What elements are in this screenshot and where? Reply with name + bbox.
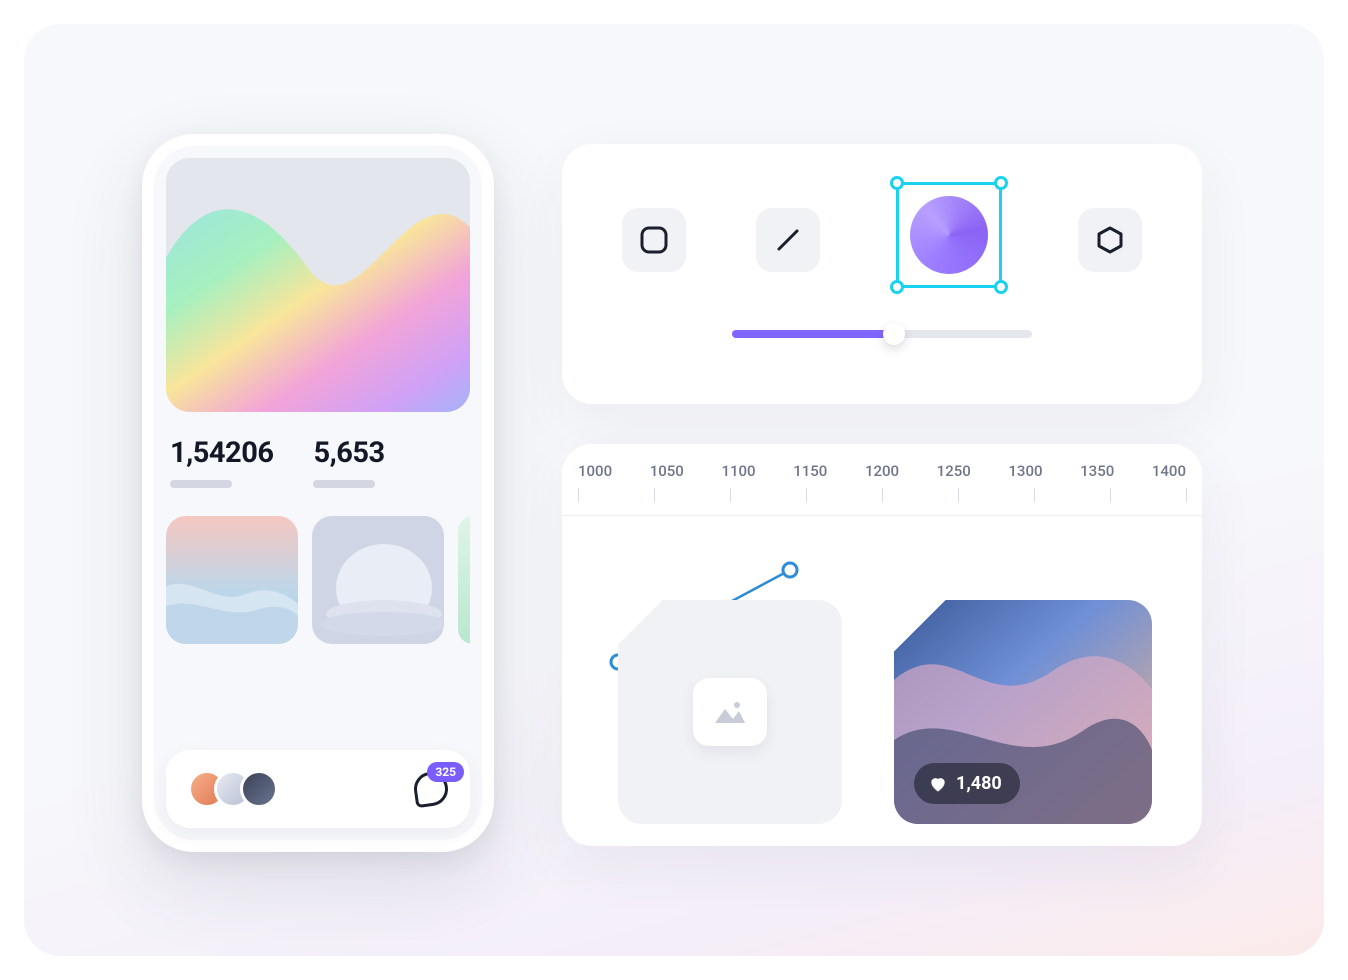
slider-fill — [732, 330, 894, 338]
like-pill[interactable]: 1,480 — [914, 763, 1020, 804]
avatar-stack[interactable] — [188, 770, 278, 808]
ruler-tick-label: 1300 — [1008, 462, 1042, 480]
ruler-tick-label: 1000 — [578, 462, 612, 480]
tool-square[interactable] — [622, 208, 686, 272]
chat-badge: 325 — [427, 762, 464, 782]
selection-box — [896, 182, 1002, 288]
selection-handle[interactable] — [994, 280, 1008, 294]
thumbnail-2[interactable] — [312, 516, 444, 644]
like-count: 1,480 — [956, 773, 1002, 794]
thumbnail-row[interactable] — [166, 516, 470, 644]
bottom-bar: 325 — [166, 750, 470, 828]
square-icon — [639, 225, 669, 255]
stat-2-bar — [313, 480, 375, 488]
ruler-tick-label: 1400 — [1152, 462, 1186, 480]
image-placeholder-icon — [693, 678, 767, 746]
heart-icon — [928, 774, 948, 794]
stat-2-value: 5,653 — [313, 436, 384, 470]
tool-hexagon[interactable] — [1078, 208, 1142, 272]
stat-2: 5,653 — [313, 436, 384, 488]
thumbnail-1[interactable] — [166, 516, 298, 644]
upload-tile[interactable] — [618, 600, 842, 824]
ruler-tick-label: 1100 — [721, 462, 755, 480]
hero-image — [166, 158, 470, 412]
stat-1: 1,54206 — [170, 436, 273, 488]
stats-row: 1,54206 5,653 — [166, 436, 470, 488]
stat-1-value: 1,54206 — [170, 436, 273, 470]
ruler[interactable]: 1000 1050 1100 1150 1200 1250 1300 1350 … — [562, 444, 1202, 516]
selection-handle[interactable] — [994, 176, 1008, 190]
timeline-card: 1000 1050 1100 1150 1200 1250 1300 1350 … — [562, 444, 1202, 846]
ruler-tick-label: 1050 — [650, 462, 684, 480]
chat-button[interactable]: 325 — [414, 772, 448, 806]
selection-handle[interactable] — [890, 280, 904, 294]
size-slider[interactable] — [732, 330, 1032, 338]
stat-1-bar — [170, 480, 232, 488]
tool-circle-selected[interactable] — [890, 176, 1008, 294]
phone-mock: 1,54206 5,653 — [142, 134, 494, 852]
ruler-tick-label: 1350 — [1080, 462, 1114, 480]
ruler-tick-label: 1250 — [937, 462, 971, 480]
line-icon — [773, 225, 803, 255]
thumbnail-3[interactable] — [458, 516, 470, 644]
hexagon-icon — [1095, 225, 1125, 255]
showcase-canvas: 1,54206 5,653 — [24, 24, 1324, 956]
shape-tool-card — [562, 144, 1202, 404]
ruler-ticks — [578, 488, 1186, 508]
slider-knob[interactable] — [883, 323, 905, 345]
tool-line[interactable] — [756, 208, 820, 272]
avatar — [240, 770, 278, 808]
media-tile[interactable]: 1,480 — [894, 600, 1152, 824]
ruler-tick-label: 1200 — [865, 462, 899, 480]
ruler-tick-label: 1150 — [793, 462, 827, 480]
selection-handle[interactable] — [890, 176, 904, 190]
